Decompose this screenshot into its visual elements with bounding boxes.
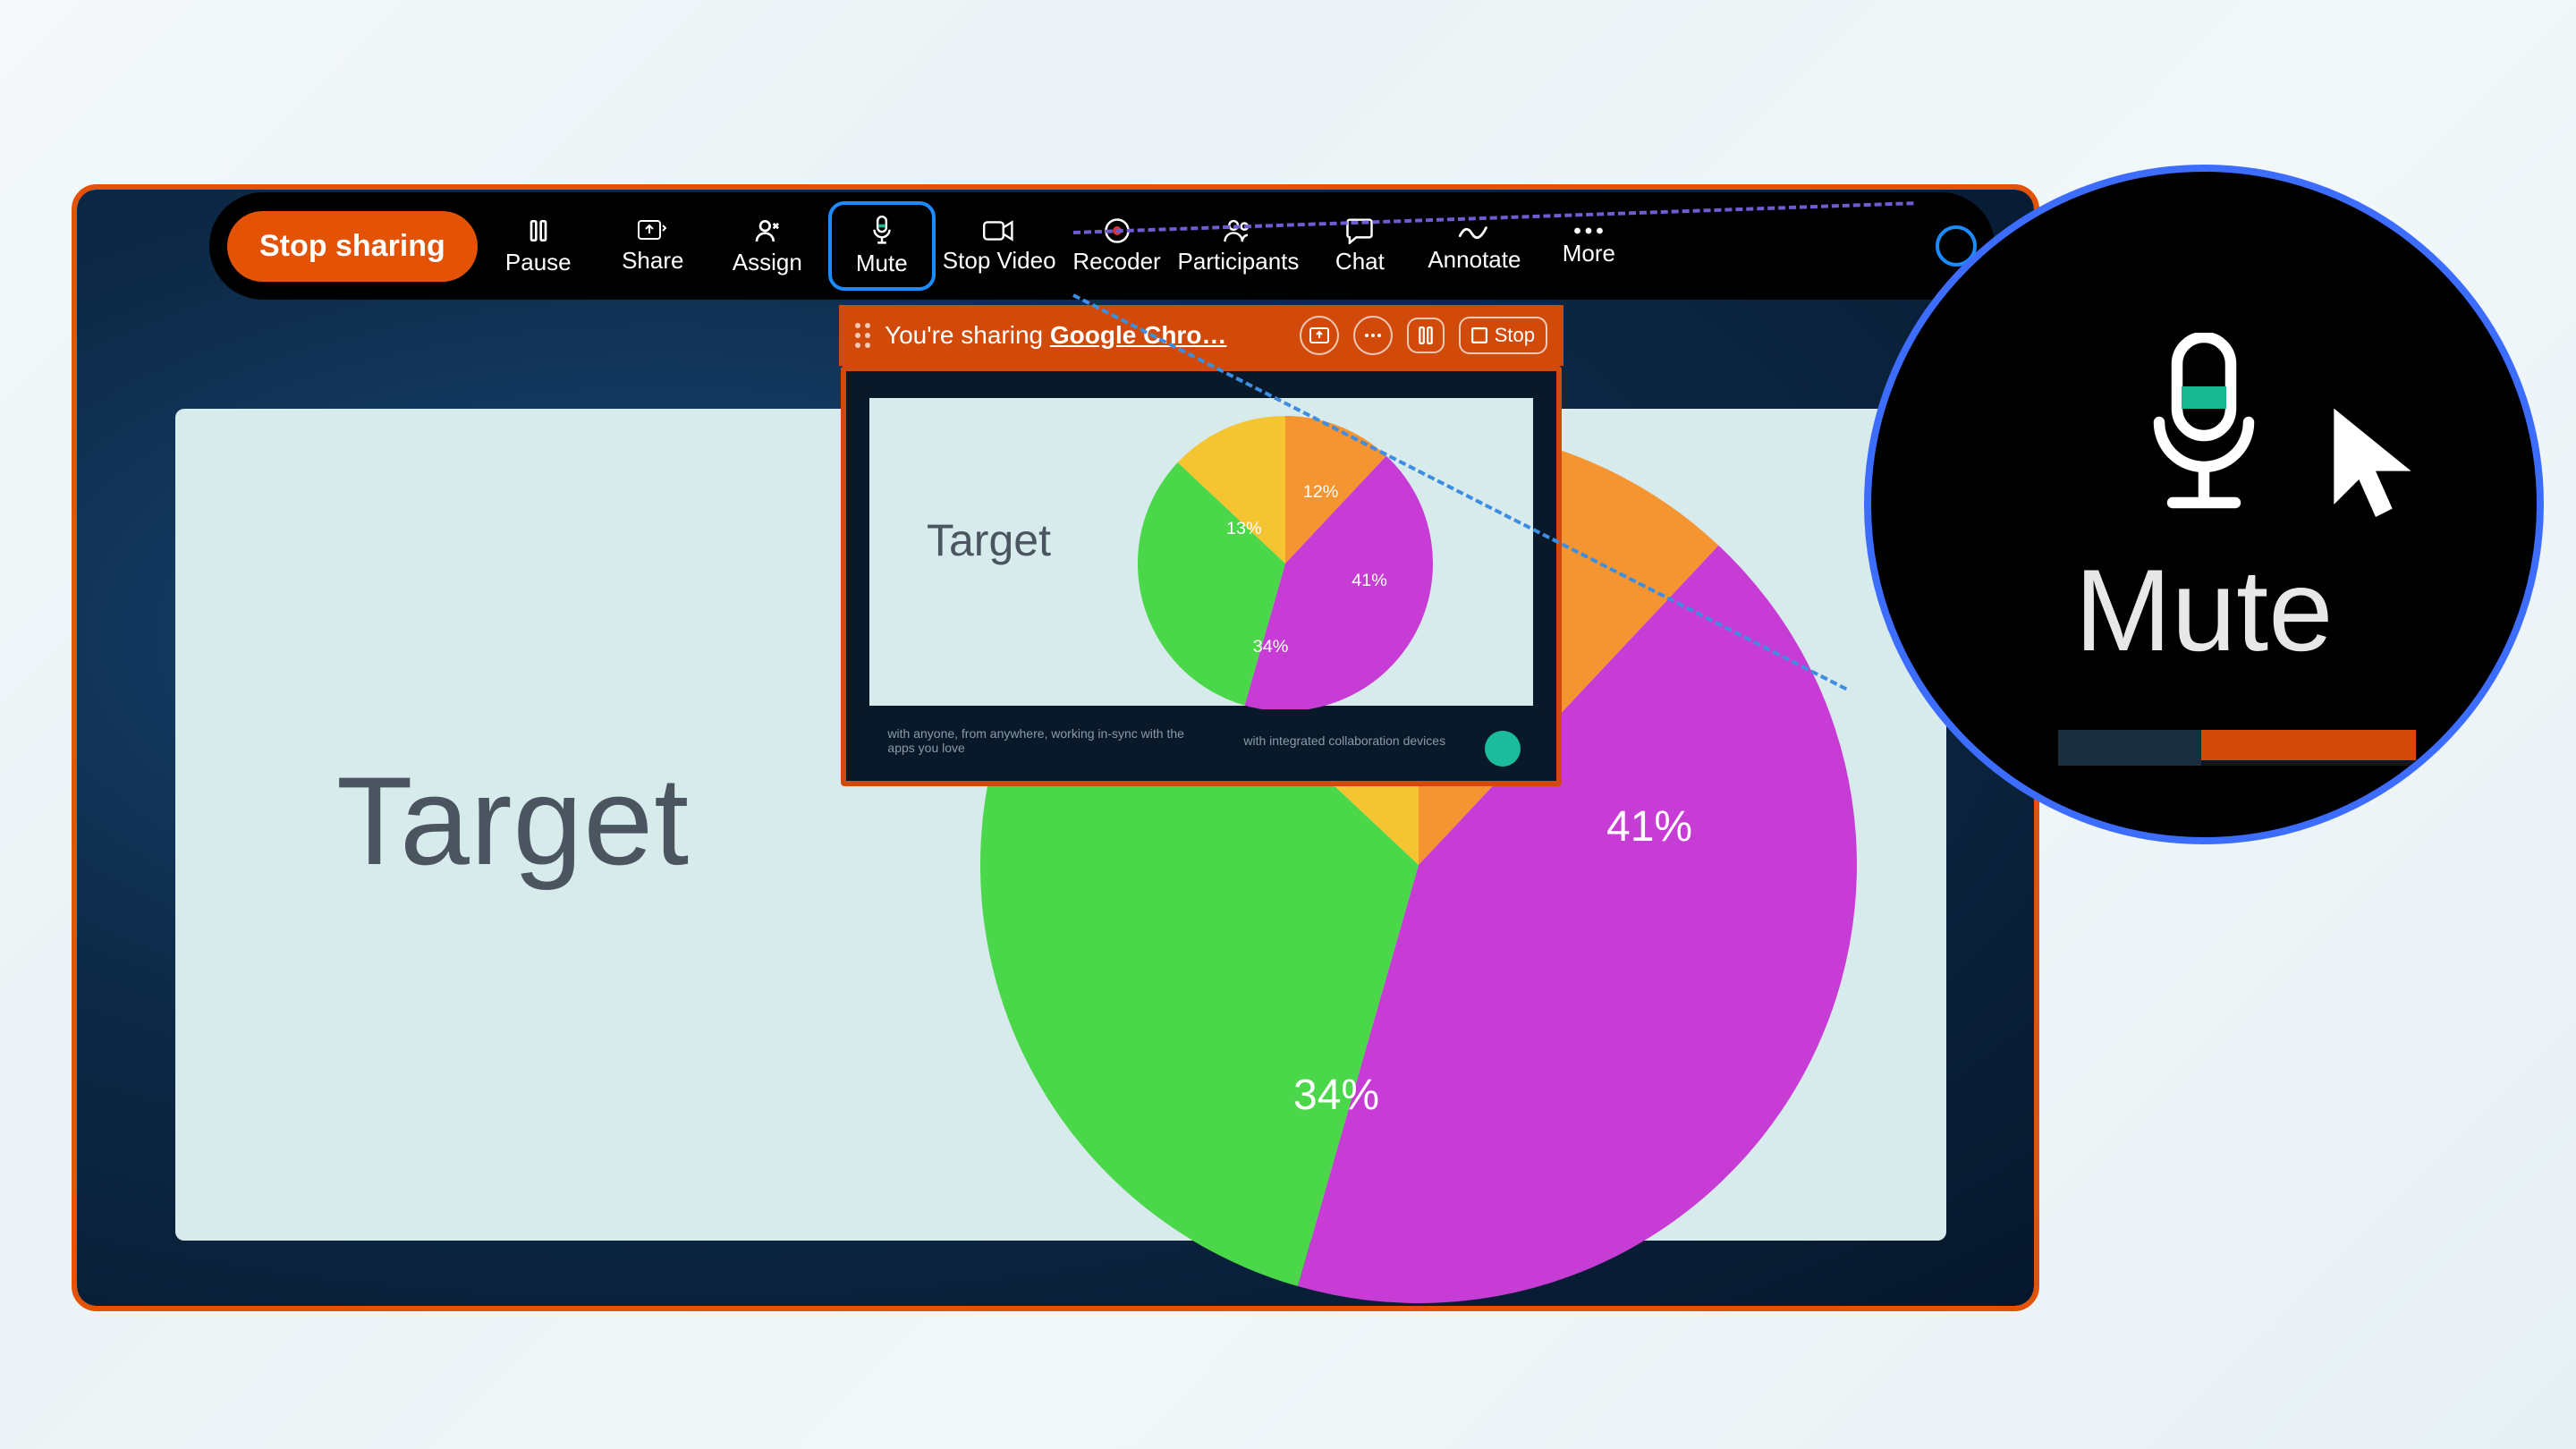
preview-slide-title: Target [927,514,1051,566]
stop-video-button[interactable]: Stop Video [943,201,1056,291]
mute-button[interactable]: Mute [828,201,936,291]
chat-label: Chat [1335,248,1385,275]
recorder-button[interactable]: Recoder [1063,201,1171,291]
share-icon [638,218,668,243]
stop-video-label: Stop Video [943,247,1056,275]
microphone-icon [869,216,895,246]
more-icon [1573,225,1604,236]
pie-label-green: 34% [1293,1071,1379,1120]
participants-button[interactable]: Participants [1178,201,1300,291]
pause-icon [524,216,553,245]
participants-label: Participants [1178,248,1300,275]
share-button[interactable]: Share [599,201,707,291]
share-preview-thumbnail: Target 12% 41% 34% 13% with anyone, fr [841,366,1562,786]
preview-slide: Target 12% 41% 34% 13% [862,391,1540,713]
annotate-icon [1458,219,1490,242]
more-options-button[interactable] [1353,316,1393,355]
pause-share-button[interactable] [1407,318,1445,353]
svg-text:13%: 13% [1226,519,1262,538]
slide-title: Target [336,749,690,894]
stop-sharing-button[interactable]: Stop sharing [227,211,478,282]
assign-icon [753,216,782,245]
svg-text:41%: 41% [1352,571,1387,590]
popout-button[interactable] [1300,316,1339,355]
svg-text:34%: 34% [1253,637,1289,657]
pie-label-magenta: 41% [1606,802,1692,852]
zoom-callout: Mute [1864,165,2544,844]
sharing-indicator-bar: You're sharing Google Chro… Stop [839,305,1563,366]
zoom-microphone-icon [2137,333,2271,525]
pause-button[interactable]: Pause [485,201,592,291]
assign-button[interactable]: Assign [714,201,821,291]
preview-chat-bubble-icon [1485,731,1521,767]
video-icon [983,218,1015,243]
pause-label: Pause [505,249,572,276]
drag-handle-icon[interactable] [855,323,870,348]
mute-label: Mute [856,250,908,277]
stop-share-button[interactable]: Stop [1459,317,1547,354]
recorder-label: Recoder [1072,248,1160,275]
stop-share-label: Stop [1495,324,1535,347]
more-label: More [1563,240,1615,267]
preview-pie-chart: 12% 41% 34% 13% [1138,416,1433,711]
participants-icon [1223,217,1253,244]
svg-text:12%: 12% [1303,482,1339,502]
chat-button[interactable]: Chat [1306,201,1413,291]
annotate-label: Annotate [1428,246,1521,274]
cursor-icon [2322,404,2429,534]
share-label: Share [622,247,683,275]
zoom-backdrop-strip [2058,730,2416,766]
sharing-target-link[interactable]: Google Chro… [1050,321,1227,349]
zoom-mute-label: Mute [2074,543,2333,677]
assign-label: Assign [733,249,802,276]
preview-footer: with anyone, from anywhere, working in-s… [862,709,1540,772]
